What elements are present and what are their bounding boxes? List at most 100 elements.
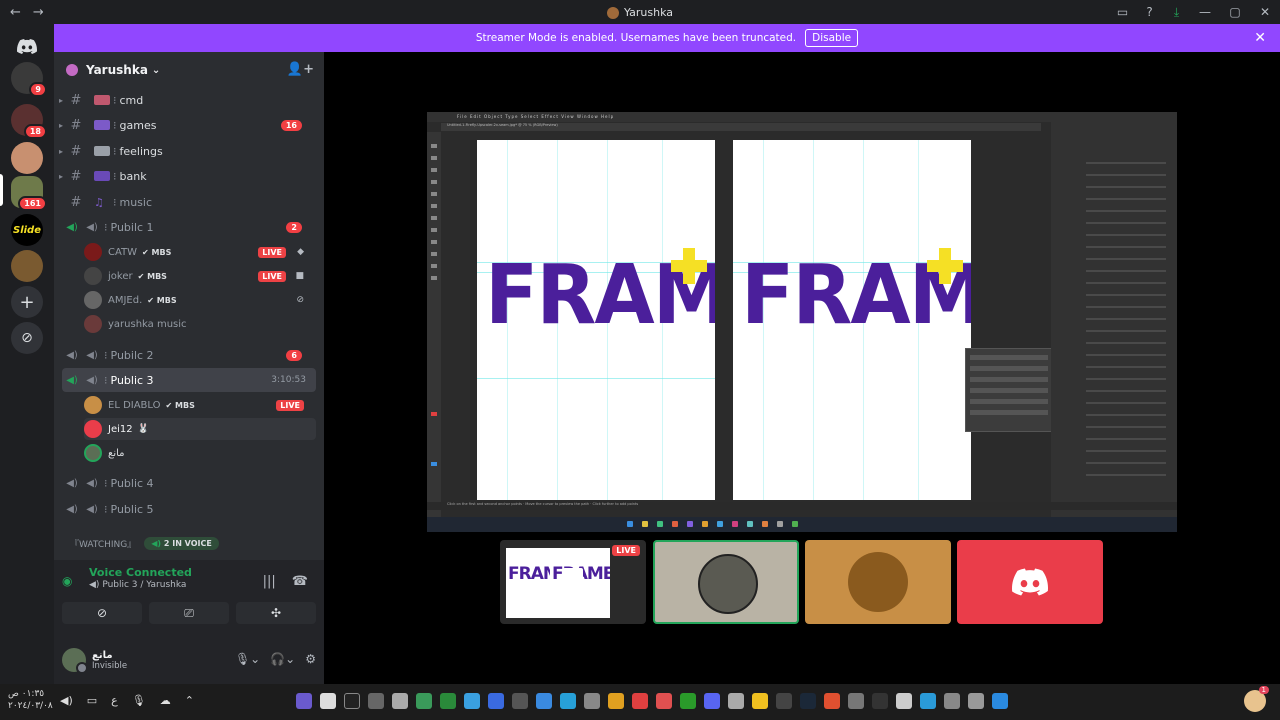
collapse-arrow-icon: ▸ [58, 120, 63, 130]
mic-tray-icon[interactable]: 🎙 [132, 694, 146, 707]
app-icon[interactable] [464, 693, 480, 709]
add-server-icon[interactable]: + [11, 286, 43, 318]
disconnect-icon[interactable]: ☎ [292, 574, 308, 589]
server-icon-slide[interactable]: Slide [11, 214, 43, 246]
voice-channel-public-3[interactable]: ◀) ◀) ⁝ Public 3 3:10:53 [62, 368, 316, 392]
voice-channel-public-4[interactable]: ◀) ◀) ⁝ Public 4 [54, 471, 316, 495]
app-icon[interactable] [440, 693, 456, 709]
avatar [84, 444, 102, 462]
microphone-icon[interactable]: 🎙⌄ [235, 652, 260, 666]
voice-user[interactable]: Jei12 🐰 [84, 418, 316, 440]
active-server-indicator [0, 174, 3, 206]
app-icon[interactable] [944, 693, 960, 709]
app-icon[interactable] [512, 693, 528, 709]
voice-channel-public-5[interactable]: ◀) ◀) ⁝ Public 5 [54, 497, 316, 521]
inbox-icon[interactable]: ▭ [1109, 5, 1136, 19]
minimize-button[interactable]: — [1190, 5, 1220, 19]
display-icon[interactable]: ▭ [87, 694, 97, 707]
clock[interactable]: ٠١:٣٥ ص ٢٠٢٤/٠٣/٠٨ [8, 688, 53, 712]
channel-cmd[interactable]: ▸ # ⁝ cmd [54, 88, 316, 112]
voice-connection-status[interactable]: ◉ Voice Connected ◀) Public 3 / Yarushka [62, 566, 192, 590]
steam-icon[interactable] [800, 693, 816, 709]
channel-games[interactable]: ▸ # ⁝ games 16 [54, 113, 316, 137]
shared-screen[interactable]: File Edit Object Type Select Effect View… [427, 112, 1177, 532]
channel-bank[interactable]: ▸ # ⁝ bank [54, 164, 316, 188]
channel-music[interactable]: # ♫ ⁝ music [54, 190, 316, 214]
settings-gear-icon[interactable]: ⚙ [305, 652, 316, 666]
app-icon[interactable] [344, 693, 360, 709]
maximize-button[interactable]: ▢ [1220, 5, 1250, 19]
voice-channel-pubilc-1[interactable]: ◀) ◀) ⁝ Pubilc 1 2 [54, 215, 316, 239]
channel-feelings[interactable]: ▸ # ⁝ feelings [54, 139, 316, 163]
brave-icon[interactable] [824, 693, 840, 709]
app-icon[interactable] [536, 693, 552, 709]
participant-tile[interactable] [805, 540, 951, 624]
xbox-icon[interactable] [680, 693, 696, 709]
app-icon[interactable] [872, 693, 888, 709]
watching-category[interactable]: 『WATCHING』 ◀) 2 IN VOICE [54, 532, 316, 554]
app-icon[interactable] [752, 693, 768, 709]
hash-icon: # [70, 194, 82, 210]
file-icon[interactable] [320, 693, 336, 709]
explore-icon[interactable]: ⊘ [11, 322, 43, 354]
streamer-mode-banner: Streamer Mode is enabled. Usernames have… [54, 24, 1280, 52]
voice-channel-pubilc-2[interactable]: ◀) ◀) ⁝ Pubilc 2 6 [54, 343, 316, 367]
app-icon[interactable] [368, 693, 384, 709]
voice-user[interactable]: EL DIABLO ✔ MBS LIVE [84, 394, 316, 416]
app-icon[interactable] [392, 693, 408, 709]
activities-button[interactable]: ✣ [236, 602, 316, 624]
app-icon[interactable] [656, 693, 672, 709]
participant-tile[interactable] [957, 540, 1103, 624]
os-taskbar: ٠١:٣٥ ص ٢٠٢٤/٠٣/٠٨ ◀) ▭ ع 🎙 ☁ ⌃ 1 [0, 684, 1280, 720]
app-icon[interactable] [896, 693, 912, 709]
server-icon-1[interactable]: 9 [11, 62, 47, 97]
edge-icon[interactable] [920, 693, 936, 709]
app-icon[interactable] [608, 693, 624, 709]
server-icon-yarushka[interactable]: 161 [11, 176, 47, 211]
back-arrow-icon[interactable]: ← [10, 5, 21, 20]
disable-button[interactable]: Disable [805, 29, 859, 47]
server-icon-3[interactable] [11, 142, 43, 174]
language-indicator[interactable]: ع [111, 694, 118, 707]
server-icon-2[interactable]: 18 [11, 104, 47, 139]
stream-tile-screen[interactable]: FRAME FRAME LIVE [500, 540, 646, 624]
participant-tile-speaking[interactable] [653, 540, 799, 624]
app-icon[interactable] [776, 693, 792, 709]
noise-suppression-icon[interactable]: ||| [263, 574, 276, 589]
headphones-icon[interactable]: 🎧⌄ [270, 652, 295, 666]
app-icon[interactable] [416, 693, 432, 709]
server-header[interactable]: Yarushka ⌄ 👤+ [54, 52, 324, 88]
user-panel[interactable]: مانع Invisible 🎙⌄ 🎧⌄ ⚙ [62, 644, 316, 676]
telegram-icon[interactable] [560, 693, 576, 709]
discord-home-icon[interactable] [11, 30, 43, 62]
app-icon[interactable] [296, 693, 312, 709]
app-icon[interactable] [632, 693, 648, 709]
app-icon[interactable] [848, 693, 864, 709]
camera-off-button[interactable]: ⊘ [62, 602, 142, 624]
app-icon[interactable] [584, 693, 600, 709]
voice-user[interactable]: joker ✔ MBS LIVE ■ [84, 265, 316, 287]
avatar [698, 554, 758, 614]
help-icon[interactable]: ? [1136, 5, 1163, 19]
close-banner-icon[interactable]: ✕ [1254, 30, 1266, 46]
app-icon[interactable] [728, 693, 744, 709]
live-badge: LIVE [276, 399, 304, 411]
notification-avatar[interactable]: 1 [1244, 686, 1269, 712]
onedrive-icon[interactable]: ☁ [160, 694, 171, 707]
voice-user[interactable]: AMJEd. ✔ MBS ⊘ [84, 289, 316, 311]
tray-expand-icon[interactable]: ⌃ [185, 694, 194, 707]
screen-share-button[interactable]: ⎚ [149, 602, 229, 624]
voice-user[interactable]: CATW ✔ MBS LIVE ◆ [84, 241, 316, 263]
voice-user[interactable]: yarushka music [84, 313, 316, 335]
search-icon[interactable] [968, 693, 984, 709]
windows-start-icon[interactable] [992, 693, 1008, 709]
add-member-icon[interactable]: 👤+ [287, 62, 314, 77]
volume-icon[interactable]: ◀) [60, 694, 73, 707]
server-icon-5[interactable] [11, 250, 43, 282]
voice-user[interactable]: مانع [84, 442, 316, 464]
forward-arrow-icon[interactable]: → [33, 5, 44, 20]
close-window-button[interactable]: ✕ [1250, 5, 1280, 19]
app-icon[interactable] [488, 693, 504, 709]
download-icon[interactable]: ⤓ [1163, 5, 1190, 20]
discord-icon[interactable] [704, 693, 720, 709]
